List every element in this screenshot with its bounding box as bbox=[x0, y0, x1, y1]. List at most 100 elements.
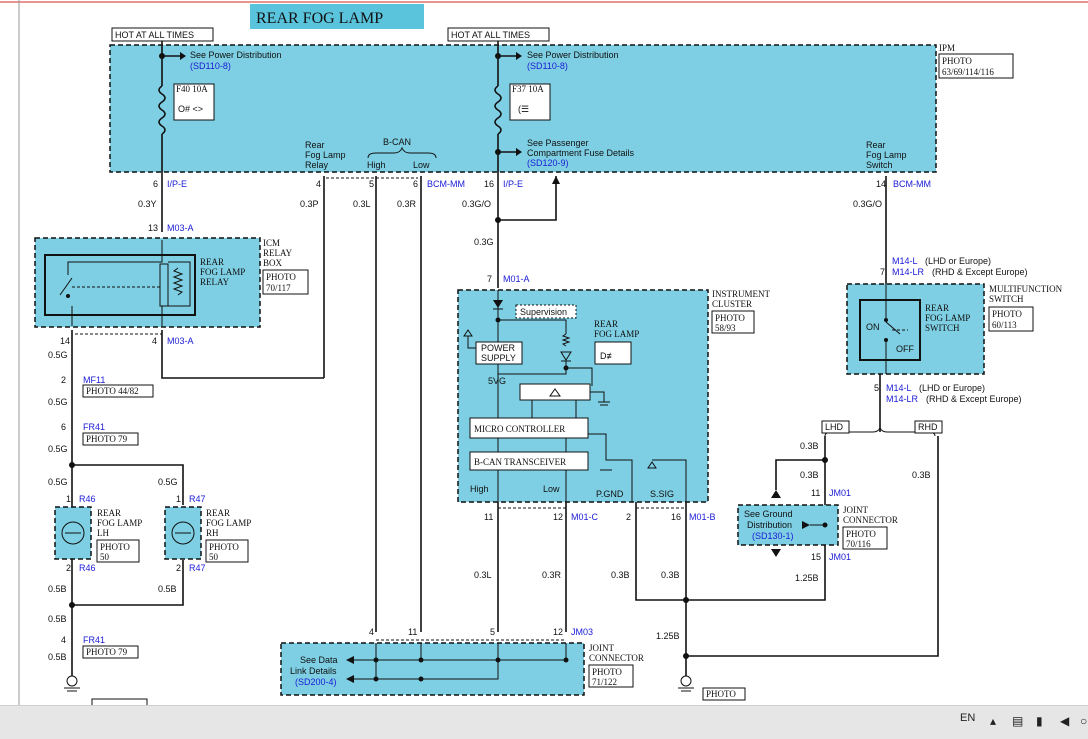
mfs-c5a: M14-L bbox=[886, 383, 912, 393]
svg-text:D≢: D≢ bbox=[600, 351, 616, 361]
rh-pin2: 2 bbox=[176, 563, 181, 573]
jm03-pin4: 4 bbox=[369, 627, 374, 637]
jm01-gd-1: See Ground bbox=[744, 509, 793, 519]
rh-photo-ref: 50 bbox=[209, 552, 219, 562]
fuse-f40-label: F40 10A bbox=[176, 84, 208, 94]
mfs-c7a: M14-L bbox=[892, 256, 918, 266]
cl-supervision: Supervision bbox=[520, 307, 567, 317]
notification-icon[interactable]: ○ bbox=[1080, 714, 1087, 728]
wire-05g-a: 0.5G bbox=[48, 350, 68, 360]
cl-pin11: 11 bbox=[484, 512, 493, 522]
cl-pin12: 12 bbox=[553, 512, 563, 522]
mfs-c5b-note: (RHD & Except Europe) bbox=[926, 394, 1022, 404]
jm03-name-2: CONNECTOR bbox=[589, 653, 644, 663]
language-indicator[interactable]: EN bbox=[960, 712, 975, 724]
cl-conn12: M01-C bbox=[571, 512, 599, 522]
pin-6b: 6 bbox=[413, 179, 418, 189]
pd2-text: See Power Distribution bbox=[527, 50, 619, 60]
fr2-conn: FR41 bbox=[83, 635, 105, 645]
cl-wire-b: 0.3R bbox=[542, 570, 562, 580]
ipm-photo-ref: 63/69/114/116 bbox=[942, 67, 994, 77]
wire-03g: 0.3G bbox=[474, 237, 494, 247]
wire-03y: 0.3Y bbox=[138, 199, 157, 209]
cl-power-1: POWER bbox=[481, 343, 516, 353]
gnd-wire-c: 0.5B bbox=[48, 614, 67, 624]
diagram-title: REAR FOG LAMP bbox=[256, 10, 383, 27]
pin-4: 4 bbox=[316, 179, 321, 189]
jm01-name-2: CONNECTOR bbox=[843, 515, 898, 525]
cl-bcan: B-CAN TRANSCEIVER bbox=[474, 457, 566, 467]
rh-conn2: R47 bbox=[189, 563, 206, 573]
pass-ref: (SD120-9) bbox=[527, 158, 569, 168]
device-icon[interactable]: ▤ bbox=[1012, 714, 1023, 728]
chevron-up-icon[interactable]: ▴ bbox=[990, 714, 996, 728]
icm-conn13: M03-A bbox=[167, 223, 194, 233]
cl-wire-c: 0.3B bbox=[611, 570, 630, 580]
jm01-pin11: 11 bbox=[811, 488, 820, 498]
cl-wire-d: 0.3B bbox=[661, 570, 680, 580]
ground-icon-right bbox=[680, 675, 692, 687]
jm03-dl-1: See Data bbox=[300, 655, 338, 665]
jm01-conn11: JM01 bbox=[829, 488, 851, 498]
mfs-pin7: 7 bbox=[880, 267, 885, 277]
jm01-photo-ref: 70/116 bbox=[846, 539, 871, 549]
relay-name-2: FOG LAMP bbox=[200, 267, 245, 277]
cl-pin7: 7 bbox=[487, 274, 492, 284]
jm01-photo: PHOTO bbox=[846, 529, 876, 539]
lh-name-3: LH bbox=[97, 528, 109, 538]
rh-pin1: 1 bbox=[176, 494, 181, 504]
cl-wire-e: 1.25B bbox=[656, 631, 680, 641]
wire-03go: 0.3G/O bbox=[462, 199, 491, 209]
mfs-sw-1: REAR bbox=[925, 303, 949, 313]
jm03-pin12: 12 bbox=[553, 627, 563, 637]
gnd-wire-d: 0.5B bbox=[48, 652, 67, 662]
mf-conn: MF11 bbox=[83, 375, 105, 385]
bcan-low: Low bbox=[413, 160, 430, 170]
fr-conn: FR41 bbox=[83, 422, 105, 432]
speaker-icon[interactable]: ◀ bbox=[1060, 714, 1069, 728]
lh-conn1: R46 bbox=[79, 494, 96, 504]
wire-05g-e: 0.5G bbox=[158, 477, 178, 487]
pin-14: 14 bbox=[876, 179, 886, 189]
cl-power-2: SUPPLY bbox=[481, 353, 516, 363]
icm-photo-ref: 70/117 bbox=[266, 283, 291, 293]
taskbar: EN ▴ ▤ ▮ ◀ ○ bbox=[0, 705, 1088, 739]
conn-bcmmm-1: BCM-MM bbox=[427, 179, 465, 189]
cl-pin16: 16 bbox=[671, 512, 681, 522]
icm-name-3: BOX bbox=[263, 258, 283, 268]
lhd-label: LHD bbox=[825, 422, 844, 432]
rh-conn1: R47 bbox=[189, 494, 206, 504]
relay-label-2: Fog Lamp bbox=[305, 150, 346, 160]
icm-pin4: 4 bbox=[152, 336, 157, 346]
mfs-c5a-note: (LHD or Europe) bbox=[919, 383, 985, 393]
mfs-name-1: MULTIFUNCTION bbox=[989, 284, 1063, 294]
relay-label-3: Relay bbox=[305, 160, 329, 170]
rhd-label: RHD bbox=[918, 422, 938, 432]
fr-pin: 6 bbox=[61, 422, 66, 432]
hot-label-2: HOT AT ALL TIMES bbox=[451, 30, 530, 40]
mfs-name-2: SWITCH bbox=[989, 294, 1024, 304]
bcan-label: B-CAN bbox=[383, 137, 411, 147]
mfs-photo: PHOTO bbox=[992, 309, 1022, 319]
jm03-photo-ref: 71/122 bbox=[592, 677, 617, 687]
switch-label-2: Fog Lamp bbox=[866, 150, 907, 160]
cl-lamp-1: REAR bbox=[594, 319, 618, 329]
network-icon[interactable]: ▮ bbox=[1036, 714, 1043, 728]
wire-03r: 0.3R bbox=[397, 199, 417, 209]
wire-05g-d: 0.5G bbox=[48, 477, 68, 487]
rhs-wire-e: 1.25B bbox=[795, 573, 819, 583]
cl-conn7: M01-A bbox=[503, 274, 530, 284]
pin-5: 5 bbox=[369, 179, 374, 189]
jm03-pin5: 5 bbox=[490, 627, 495, 637]
fr-photo: PHOTO 79 bbox=[86, 434, 128, 444]
jm01-gd-ref: (SD130-1) bbox=[752, 531, 794, 541]
pd2-ref: (SD110-8) bbox=[527, 61, 568, 71]
mfs-sw-2: FOG LAMP bbox=[925, 313, 970, 323]
bcan-high: High bbox=[367, 160, 386, 170]
conn-bcmmm-2: BCM-MM bbox=[893, 179, 931, 189]
jm03-name-1: JOINT bbox=[589, 643, 614, 653]
lh-photo-ref: 50 bbox=[100, 552, 110, 562]
jm03-dl-ref: (SD200-4) bbox=[295, 677, 337, 687]
wire-03p: 0.3P bbox=[300, 199, 319, 209]
icm-pin14: 14 bbox=[60, 336, 70, 346]
